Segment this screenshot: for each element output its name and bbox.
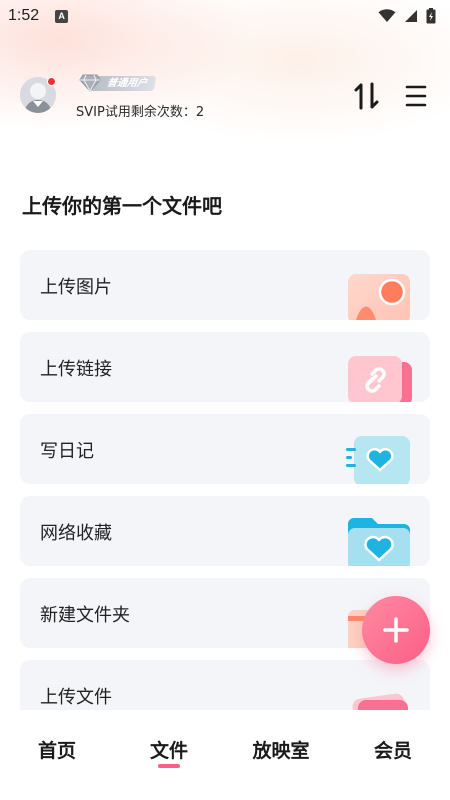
diary-icon <box>346 436 410 484</box>
upload-image-item[interactable]: 上传图片 <box>20 250 430 320</box>
section-title: 上传你的第一个文件吧 <box>22 194 222 218</box>
nav-theater[interactable]: 放映室 <box>241 736 321 763</box>
sort-button[interactable] <box>354 82 380 110</box>
menu-icon <box>405 85 427 107</box>
bottom-nav: 首页 文件 放映室 会员 <box>0 710 450 800</box>
user-header: 普通用户 SVIP试用剩余次数：2 <box>0 70 450 130</box>
web-favorites-item[interactable]: 网络收藏 <box>20 496 430 566</box>
item-label: 上传链接 <box>40 359 112 380</box>
status-bar: 1:52 A <box>0 0 450 32</box>
item-label: 网络收藏 <box>40 523 112 544</box>
sort-icon <box>354 82 379 110</box>
nav-home[interactable]: 首页 <box>17 736 97 763</box>
status-icons <box>378 8 436 24</box>
menu-button[interactable] <box>404 84 428 108</box>
write-diary-item[interactable]: 写日记 <box>20 414 430 484</box>
battery-icon <box>426 8 436 24</box>
diamond-icon <box>79 74 101 92</box>
notification-a-icon: A <box>55 9 69 23</box>
signal-icon <box>405 10 417 22</box>
link-icon <box>348 356 412 402</box>
status-time: 1:52 <box>8 7 40 24</box>
notification-dot <box>47 77 56 86</box>
folder-heart-icon <box>348 518 410 566</box>
item-label: 新建文件夹 <box>40 605 130 626</box>
upload-link-item[interactable]: 上传链接 <box>20 332 430 402</box>
image-icon <box>348 274 410 320</box>
plus-icon <box>383 617 409 643</box>
nav-membership[interactable]: 会员 <box>353 736 433 763</box>
add-button[interactable] <box>362 596 430 664</box>
active-tab-indicator <box>158 764 180 768</box>
nav-files[interactable]: 文件 <box>129 736 209 763</box>
item-label: 上传文件 <box>40 687 112 708</box>
wifi-icon <box>378 9 396 22</box>
user-level-badge: 普通用户 <box>79 74 157 92</box>
item-label: 上传图片 <box>40 277 112 298</box>
item-label: 写日记 <box>40 441 94 462</box>
svip-trial-text: SVIP试用剩余次数：2 <box>76 105 205 120</box>
